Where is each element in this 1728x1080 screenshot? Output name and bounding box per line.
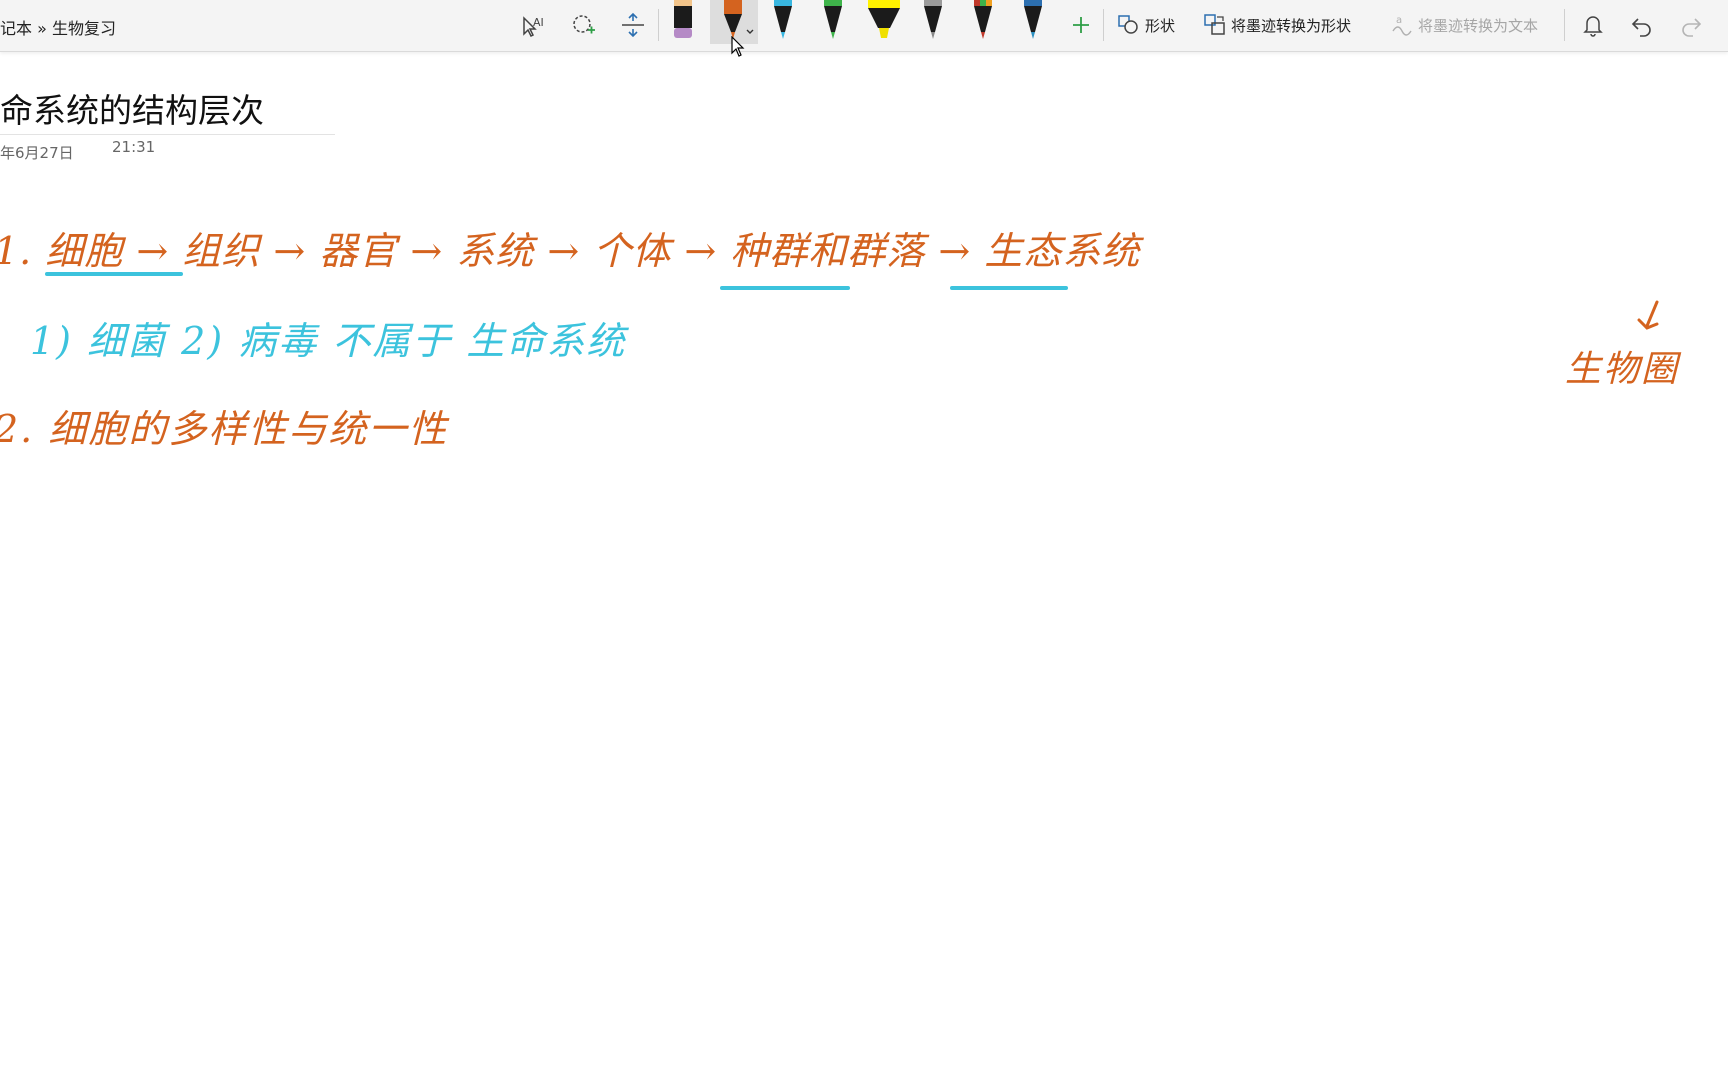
ink-biosphere[interactable]: 生物圈 <box>1565 340 1679 392</box>
svg-text:AI: AI <box>533 16 544 29</box>
toolbar-separator <box>1103 9 1104 41</box>
bell-icon[interactable] <box>1578 10 1608 40</box>
ribbon-toolbar: 记本 » 生物复习 AI 形状 将墨迹转换为形状 a 将墨迹转换为文本 <box>0 0 1728 52</box>
shapes-icon <box>1117 13 1139 39</box>
pen-green-button[interactable] <box>816 0 850 44</box>
ink-arrow-down-icon <box>1637 300 1659 330</box>
ink-to-text-icon: a <box>1390 13 1414 41</box>
ink-to-shape-icon <box>1203 13 1227 41</box>
ink-line-examples[interactable]: 1) 细菌 2) 病毒 不属于 生命系统 <box>30 310 626 365</box>
svg-text:a: a <box>1396 15 1402 26</box>
pen-galaxy-blue-button[interactable] <box>1016 0 1050 44</box>
ink-line-diversity[interactable]: 2. 细胞的多样性与统一性 <box>0 398 448 453</box>
page-date: 年6月27日 <box>0 144 74 162</box>
highlighter-yellow-button[interactable] <box>864 0 904 44</box>
undo-icon[interactable] <box>1627 10 1657 40</box>
insert-space-icon[interactable] <box>618 10 648 40</box>
mouse-cursor-icon <box>731 36 745 57</box>
toolbar-separator <box>1564 9 1565 41</box>
toolbar-separator <box>658 9 659 41</box>
pen-black-purple-button[interactable] <box>666 0 700 44</box>
pen-cyan-button[interactable] <box>766 0 800 44</box>
page-time: 21:31 <box>112 138 156 156</box>
breadcrumb[interactable]: 记本 » 生物复习 <box>0 15 116 39</box>
title-divider <box>0 134 335 135</box>
ink-canvas[interactable]: 1. 细胞 → 组织 → 器官 → 系统 → 个体 → 种群和群落 → 生态系统… <box>0 180 1728 451</box>
ink-line-hierarchy[interactable]: 1. 细胞 → 组织 → 器官 → 系统 → 个体 → 种群和群落 → 生态系统 <box>0 220 1140 275</box>
ink-underline-individual <box>950 286 1068 290</box>
add-pen-icon[interactable] <box>1066 10 1096 40</box>
chevron-down-icon <box>746 29 754 34</box>
page-title[interactable]: 命系统的结构层次 <box>0 84 264 132</box>
lasso-select-icon[interactable] <box>568 10 598 40</box>
pencil-gray-button[interactable] <box>916 0 950 44</box>
ink-underline-system <box>720 286 850 290</box>
pen-galaxy-red-button[interactable] <box>966 0 1000 44</box>
redo-icon[interactable] <box>1676 10 1706 40</box>
type-select-icon[interactable]: AI <box>518 10 548 40</box>
ink-underline-cell <box>45 272 183 276</box>
